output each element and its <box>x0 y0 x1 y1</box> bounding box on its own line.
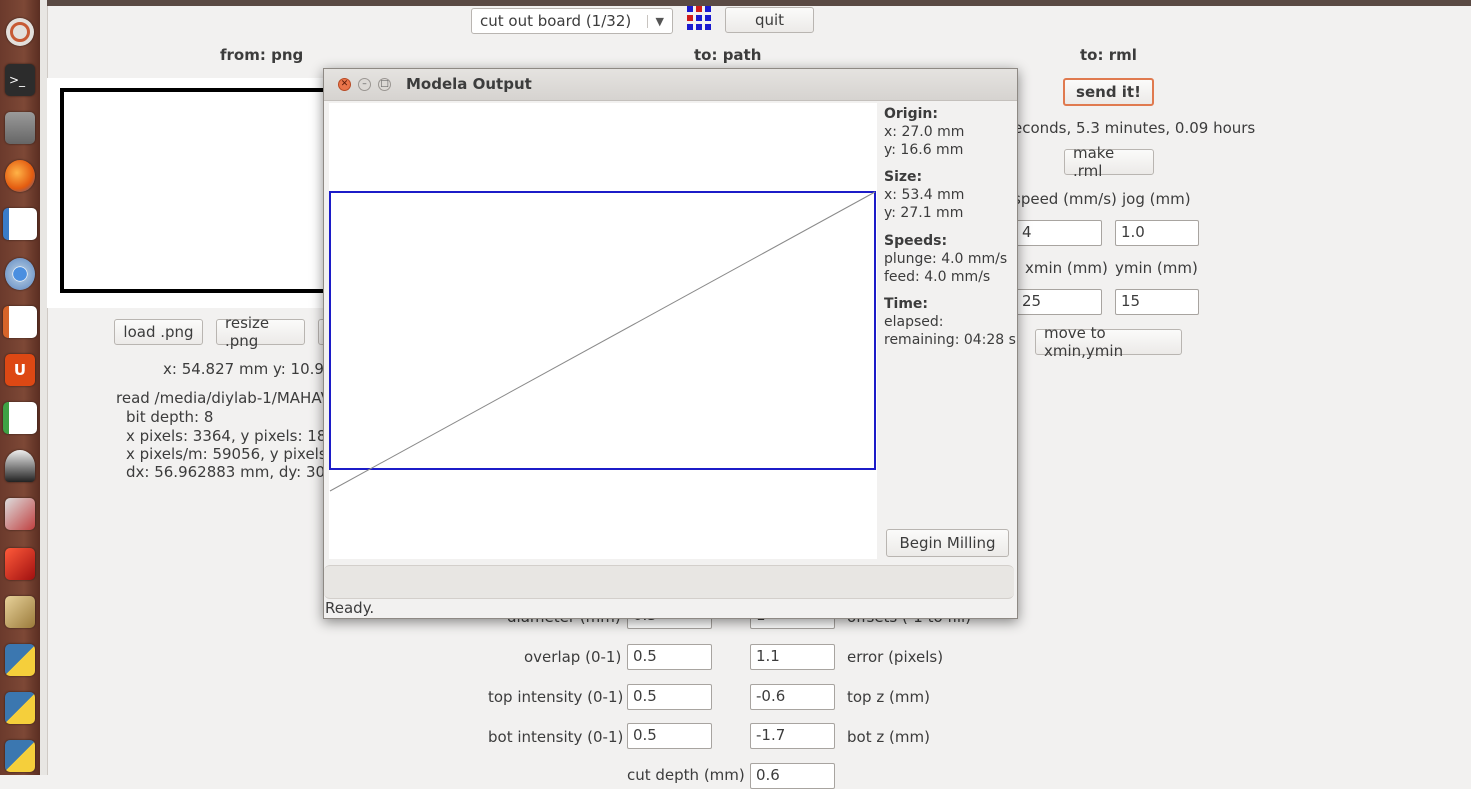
chromium-icon[interactable] <box>3 254 37 294</box>
speeds-heading: Speeds: <box>884 233 948 249</box>
size-x: x: 53.4 mm <box>884 187 965 203</box>
begin-milling-button[interactable]: Begin Milling <box>886 529 1009 557</box>
origin-x: x: 27.0 mm <box>884 124 965 140</box>
terminal-icon[interactable]: >_ <box>3 60 37 100</box>
jog-label: jog (mm) <box>1122 190 1191 208</box>
overlap-label: overlap (0-1) <box>524 648 622 666</box>
time-heading: Time: <box>884 296 929 312</box>
move-to-xmin-ymin-button[interactable]: move to xmin,ymin <box>1035 324 1182 360</box>
load-png-button[interactable]: load .png <box>114 319 203 345</box>
close-icon[interactable]: ✕ <box>338 78 351 91</box>
toolpath-bounds <box>329 191 876 470</box>
calc-icon[interactable] <box>3 398 37 438</box>
png-coords: x: 54.827 mm y: 10.991 <box>163 360 344 378</box>
editor-icon[interactable] <box>3 592 37 632</box>
board-select[interactable]: cut out board (1/32) ▼ <box>471 8 673 34</box>
window-top-edge <box>47 0 1471 6</box>
to-path-title: to: path <box>694 46 762 64</box>
unity-launcher: >_ U <box>0 0 40 775</box>
progress-bar <box>324 565 1014 599</box>
firefox-icon[interactable] <box>3 156 37 196</box>
error-label: error (pixels) <box>847 648 944 666</box>
ymin-input[interactable]: 15 <box>1115 289 1199 315</box>
time-estimate: econds, 5.3 minutes, 0.09 hours <box>1013 119 1256 137</box>
minimize-icon[interactable]: – <box>358 78 371 91</box>
overlap-input[interactable]: 0.5 <box>627 644 712 670</box>
bot-z-label: bot z (mm) <box>847 728 930 746</box>
python-icon[interactable] <box>3 736 37 776</box>
cut-depth-input[interactable]: 0.6 <box>750 763 835 789</box>
inkscape-icon[interactable] <box>3 446 37 486</box>
plunge-speed: plunge: 4.0 mm/s <box>884 251 1008 267</box>
files-icon[interactable] <box>3 108 37 148</box>
png-pixels-per-m: x pixels/m: 59056, y pixels/m <box>126 445 347 463</box>
from-png-title: from: png <box>220 46 304 64</box>
app-red-icon[interactable] <box>3 544 37 584</box>
modela-output-window: ✕ – □ Modela Output Origin: x: 27.0 mm y… <box>323 68 1018 619</box>
feed-speed: feed: 4.0 mm/s <box>884 269 991 285</box>
impress-icon[interactable] <box>3 302 37 342</box>
top-intensity-input[interactable]: 0.5 <box>627 684 712 710</box>
ymin-label: ymin (mm) <box>1115 259 1198 277</box>
quit-button[interactable]: quit <box>725 7 814 33</box>
error-input[interactable]: 1.1 <box>750 644 835 670</box>
toolpath-canvas <box>329 103 877 559</box>
time-elapsed: elapsed: <box>884 314 944 330</box>
writer-icon[interactable] <box>3 204 37 244</box>
top-z-label: top z (mm) <box>847 688 930 706</box>
python-icon[interactable] <box>3 688 37 728</box>
speed-label: speed (mm/s) <box>1013 190 1117 208</box>
top-intensity-label: top intensity (0-1) <box>488 688 624 706</box>
modela-title: Modela Output <box>406 75 532 93</box>
time-remaining: remaining: 04:28 s <box>884 332 1016 348</box>
size-heading: Size: <box>884 169 923 185</box>
chevron-down-icon: ▼ <box>646 14 664 28</box>
toolpath-line <box>329 191 876 492</box>
xmin-label: xmin (mm) <box>1025 259 1108 277</box>
python-icon[interactable] <box>3 640 37 680</box>
bot-intensity-input[interactable]: 0.5 <box>627 723 712 749</box>
png-bit-depth: bit depth: 8 <box>126 408 214 426</box>
ubuntu-one-icon[interactable]: U <box>3 350 37 390</box>
png-dimensions: dx: 56.962883 mm, dy: 30.54 <box>126 463 349 481</box>
png-preview <box>47 78 337 308</box>
ubuntu-dash-icon[interactable] <box>3 12 37 52</box>
resize-png-button[interactable]: resize .png <box>216 314 305 350</box>
fab-logo-icon <box>686 5 712 31</box>
make-rml-button[interactable]: make .rml <box>1064 144 1154 180</box>
size-y: y: 27.1 mm <box>884 205 964 221</box>
bot-intensity-label: bot intensity (0-1) <box>488 728 624 746</box>
origin-heading: Origin: <box>884 106 938 122</box>
maximize-icon[interactable]: □ <box>378 78 391 91</box>
origin-y: y: 16.6 mm <box>884 142 964 158</box>
bot-z-input[interactable]: -1.7 <box>750 723 835 749</box>
cut-depth-label: cut depth (mm) <box>627 766 745 784</box>
status-text: Ready. <box>325 599 375 617</box>
settings-icon[interactable] <box>3 494 37 534</box>
png-pixels: x pixels: 3364, y pixels: 1804 <box>126 427 346 445</box>
to-rml-title: to: rml <box>1080 46 1137 64</box>
png-read-path: read /media/diylab-1/MAHAV <box>116 389 331 407</box>
board-select-value: cut out board (1/32) <box>480 12 632 30</box>
xmin-input[interactable]: 25 <box>1016 289 1102 315</box>
png-outline <box>60 88 330 293</box>
top-z-input[interactable]: -0.6 <box>750 684 835 710</box>
send-it-button[interactable]: send it! <box>1063 78 1154 106</box>
modela-titlebar: ✕ – □ Modela Output <box>324 69 1017 101</box>
speed-input[interactable]: 4 <box>1016 220 1102 246</box>
jog-input[interactable]: 1.0 <box>1115 220 1199 246</box>
